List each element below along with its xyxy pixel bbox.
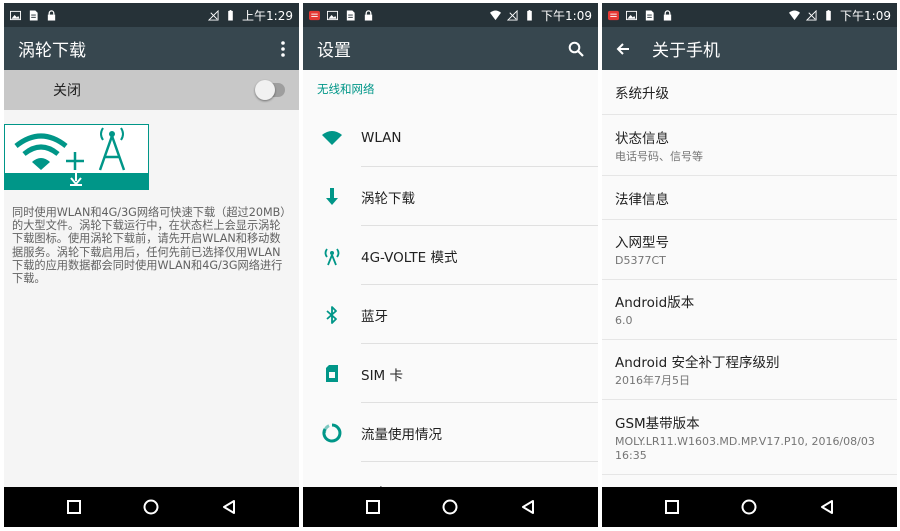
document-notification-icon — [645, 9, 654, 21]
back-icon[interactable] — [521, 499, 535, 515]
no-signal-icon — [208, 9, 219, 21]
settings-item-bluetooth[interactable]: 蓝牙 — [303, 285, 598, 344]
navigation-bar — [602, 487, 897, 527]
image-notification-icon — [10, 10, 21, 20]
status-bar: 下午1:09 — [303, 3, 598, 27]
section-header-wireless: 无线和网络 — [317, 82, 375, 96]
about-item-status[interactable]: 状态信息 电话号码、信号等 — [602, 115, 897, 176]
about-item-security-patch[interactable]: Android 安全补丁程序级别 2016年7月5日 — [602, 340, 897, 400]
app-bar: 关于手机 — [602, 27, 897, 70]
about-item-title: GSM基带版本 — [615, 415, 700, 432]
wifi-status-icon — [789, 9, 801, 20]
no-signal-icon — [507, 9, 518, 21]
status-time: 下午1:09 — [840, 8, 891, 23]
wifi-icon — [322, 130, 342, 145]
status-time: 下午1:09 — [541, 8, 592, 23]
settings-item-sim[interactable]: SIM 卡 — [303, 344, 598, 403]
back-arrow-icon[interactable] — [616, 42, 630, 56]
about-item-subtitle: D5377CT — [615, 254, 666, 267]
news-app-notification-icon — [309, 10, 320, 20]
recents-icon[interactable] — [665, 500, 680, 514]
home-icon[interactable] — [741, 499, 757, 515]
status-time: 上午1:29 — [242, 8, 293, 23]
data-usage-icon — [322, 423, 342, 442]
bluetooth-icon — [326, 305, 337, 324]
about-item-title: Android 安全补丁程序级别 — [615, 355, 780, 371]
about-item-subtitle: 电话号码、信号等 — [615, 149, 703, 163]
page-title: 涡轮下载 — [18, 41, 86, 61]
lock-notification-icon — [663, 9, 672, 21]
recents-icon[interactable] — [366, 500, 381, 514]
image-notification-icon — [327, 10, 338, 20]
home-icon[interactable] — [442, 499, 458, 515]
settings-item-label: WLAN — [361, 129, 402, 146]
battery-icon — [826, 9, 831, 21]
settings-item-volte[interactable]: 4G-VOLTE 模式 — [303, 226, 598, 285]
about-item-subtitle: MOLY.LR11.W1603.MD.MP.V17.P10, 2016/08/0… — [615, 434, 875, 462]
document-notification-icon — [346, 9, 355, 21]
settings-item-wlan[interactable]: WLAN — [303, 108, 598, 167]
turbo-download-toggle-row[interactable]: 关闭 — [4, 70, 299, 110]
battery-icon — [228, 9, 233, 21]
about-item-system-update[interactable]: 系统升级 — [602, 70, 897, 115]
navigation-bar — [4, 487, 299, 527]
settings-item-label: 4G-VOLTE 模式 — [361, 249, 458, 266]
about-item-android-version[interactable]: Android版本 6.0 — [602, 280, 897, 340]
sim-card-icon — [326, 365, 338, 382]
page-title: 关于手机 — [652, 41, 720, 61]
turbo-download-description: 同时使用WLAN和4G/3G网络可快速下载（超过20MB）的大型文件。涡轮下载运… — [12, 206, 286, 286]
navigation-bar — [303, 487, 598, 527]
overflow-menu-icon[interactable] — [281, 40, 285, 57]
search-icon[interactable] — [568, 41, 584, 57]
about-phone-screen: 下午1:09 关于手机 系统升级 状态信息 电话号码、信号等 法律信息 入网型号… — [602, 3, 897, 527]
toggle-switch[interactable] — [255, 80, 285, 100]
about-item-title: 系统升级 — [615, 86, 669, 102]
wifi-status-icon — [490, 9, 502, 20]
home-icon[interactable] — [143, 499, 159, 515]
settings-item-label: 涡轮下载 — [361, 190, 415, 207]
lock-notification-icon — [364, 9, 373, 21]
status-bar: 下午1:09 — [602, 3, 897, 27]
app-bar: 涡轮下载 — [4, 27, 299, 70]
about-item-baseband[interactable]: GSM基带版本 MOLY.LR11.W1603.MD.MP.V17.P10, 2… — [602, 400, 897, 475]
recents-icon[interactable] — [67, 500, 82, 514]
no-signal-icon — [806, 9, 817, 21]
settings-item-turbo-download[interactable]: 涡轮下载 — [303, 167, 598, 226]
about-item-title: 入网型号 — [615, 235, 669, 251]
app-bar: 设置 — [303, 27, 598, 70]
about-item-subtitle: 6.0 — [615, 314, 633, 327]
about-item-subtitle: 2016年7月5日 — [615, 374, 690, 387]
document-notification-icon — [29, 9, 38, 21]
about-item-legal[interactable]: 法律信息 — [602, 176, 897, 220]
lock-notification-icon — [47, 9, 56, 21]
toggle-label: 关闭 — [53, 83, 81, 99]
news-app-notification-icon — [608, 10, 619, 20]
settings-item-label: SIM 卡 — [361, 367, 403, 384]
settings-item-label: 流量使用情况 — [361, 426, 442, 443]
toggle-knob — [255, 80, 275, 100]
about-item-title: Android版本 — [615, 295, 695, 311]
settings-item-label: 蓝牙 — [361, 308, 388, 325]
back-icon[interactable] — [222, 499, 236, 515]
back-icon[interactable] — [820, 499, 834, 515]
page-title: 设置 — [317, 41, 351, 61]
settings-item-data-usage[interactable]: 流量使用情况 — [303, 403, 598, 462]
status-bar: 上午1:29 — [4, 3, 299, 27]
download-icon — [326, 187, 338, 205]
about-item-title: 状态信息 — [615, 130, 669, 147]
about-item-title: 法律信息 — [615, 191, 669, 208]
settings-screen: 下午1:09 设置 无线和网络 WLAN 涡轮下载 4G-VOLTE 模式 蓝牙 — [303, 3, 598, 527]
turbo-download-screen: 上午1:29 涡轮下载 关闭 同时使用WLAN和4G/3G网络可快速下载（超过2… — [4, 3, 299, 527]
antenna-icon — [324, 247, 340, 265]
battery-icon — [527, 9, 532, 21]
about-item-model[interactable]: 入网型号 D5377CT — [602, 220, 897, 280]
turbo-download-illustration — [4, 124, 149, 190]
image-notification-icon — [626, 10, 637, 20]
